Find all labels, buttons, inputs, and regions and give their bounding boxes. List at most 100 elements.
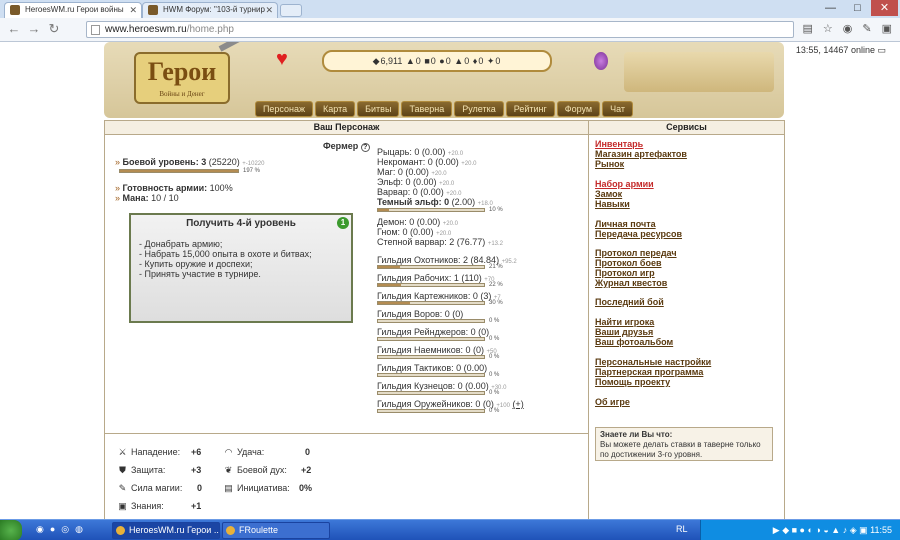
help-question-icon[interactable]: ? bbox=[360, 143, 370, 152]
service-link[interactable]: Рынок bbox=[595, 159, 624, 169]
guild-pct: 0 % bbox=[489, 354, 500, 360]
page-menu-icon[interactable]: ▤ bbox=[802, 23, 812, 35]
opera-icon[interactable]: ● bbox=[50, 524, 55, 534]
page-icon bbox=[91, 25, 100, 35]
faction-text: Эльф: 0 (0.00) bbox=[377, 177, 437, 187]
attr-morale: ❦ Боевой дух: bbox=[223, 465, 287, 476]
window-controls: — □ ✕ bbox=[817, 0, 898, 18]
service-link[interactable]: Набор армии bbox=[595, 179, 654, 189]
service-link[interactable]: Об игре bbox=[595, 397, 630, 407]
service-link[interactable]: Личная почта bbox=[595, 219, 656, 229]
language-indicator[interactable]: RL bbox=[676, 524, 688, 534]
tab-close-icon[interactable]: ✕ bbox=[129, 3, 137, 17]
service-link[interactable]: Навыки bbox=[595, 199, 630, 209]
online-icon: ▭ bbox=[877, 45, 886, 55]
service-link[interactable]: Ваш фотоальбом bbox=[595, 337, 673, 347]
service-link[interactable]: Инвентарь bbox=[595, 139, 643, 149]
back-arrow-icon[interactable]: ← bbox=[6, 21, 22, 37]
quest-item: - Набрать 15,000 опыта в охоте и битвах; bbox=[139, 249, 312, 259]
guild-progress-fill bbox=[378, 266, 401, 268]
guild-tacticians: Гильдия Тактиков: 0 (0.00) bbox=[377, 363, 487, 373]
quest-item: - Купить оружие и доспехи; bbox=[139, 259, 253, 269]
faction-text: Демон: 0 (0.00) bbox=[377, 217, 441, 227]
menu-rating[interactable]: Рейтинг bbox=[505, 101, 555, 117]
main-menu: Персонаж Карта Битвы Таверна Рулетка Рейтинг Ф… bbox=[104, 101, 784, 117]
mana: » Мана: 10 / 10 bbox=[115, 193, 179, 203]
quicklaunch: ◉ ● ◎ ◍ bbox=[36, 524, 89, 535]
clock[interactable]: 11:55 bbox=[870, 525, 892, 535]
close-window-button[interactable]: ✕ bbox=[871, 0, 898, 16]
tray-icons[interactable]: ▶ ◆ ■ ● ◐ ◑ ◒ ▲ ♪ ◈ ▣ bbox=[773, 525, 870, 535]
chrome-task-icon bbox=[116, 526, 125, 535]
browser-tab-heroes[interactable]: HeroesWM.ru Герои войны ✕ bbox=[4, 2, 142, 18]
tab-title: HeroesWM.ru Герои войны bbox=[25, 5, 124, 14]
tip-title: Знаете ли Вы что: bbox=[600, 430, 673, 439]
army-readiness: » Готовность армии: 100% bbox=[115, 183, 233, 193]
guild-pct: 30 % bbox=[489, 300, 503, 306]
menu-battles[interactable]: Битвы bbox=[357, 101, 400, 117]
faction-text: Варвар: 0 (0.00) bbox=[377, 187, 444, 197]
services-panel: Сервисы Инвентарь Магазин артефактов Рынок… bbox=[589, 121, 784, 519]
combat-pct: 197 % bbox=[243, 168, 261, 174]
wrench-icon[interactable]: ✎ bbox=[862, 23, 871, 35]
guild-armorers: Гильдия Оружейников: 0 (0) +100 (+) bbox=[377, 399, 524, 409]
menu-map[interactable]: Карта bbox=[315, 101, 356, 117]
tab-close-icon[interactable]: ✕ bbox=[265, 3, 273, 17]
settings-icon[interactable]: ▣ bbox=[882, 23, 892, 35]
taskbar-item-browser[interactable]: HeroesWM.ru Герои ... bbox=[112, 522, 220, 539]
browser-toolbar-icons: ▤ ☆ ◉ ✎ ▣ bbox=[792, 22, 892, 35]
ie-icon[interactable]: ◉ bbox=[36, 524, 44, 534]
service-link[interactable]: Протокол передач bbox=[595, 248, 677, 258]
gems-icon: ✦ bbox=[486, 56, 495, 66]
service-link[interactable]: Журнал квестов bbox=[595, 278, 667, 288]
service-link[interactable]: Замок bbox=[595, 189, 622, 199]
menu-forum[interactable]: Форум bbox=[556, 101, 601, 117]
guild-sub: +95.2 bbox=[501, 259, 517, 265]
guild-progress-bar bbox=[377, 265, 485, 269]
new-tab-button[interactable] bbox=[280, 4, 302, 17]
url-input[interactable]: www.heroeswm.ru/home.php bbox=[86, 21, 794, 38]
menu-character[interactable]: Персонаж bbox=[254, 101, 314, 117]
attr-initiative-value: 0% bbox=[299, 483, 313, 493]
menu-tavern[interactable]: Таверна bbox=[401, 101, 453, 117]
service-link[interactable]: Протокол боев bbox=[595, 258, 662, 268]
extension-icon[interactable]: ◉ bbox=[843, 23, 853, 35]
attr-initiative: ▤ Инициатива: bbox=[223, 483, 290, 494]
service-link[interactable]: Магазин артефактов bbox=[595, 149, 687, 159]
ore-icon: ■ bbox=[424, 56, 430, 66]
forward-arrow-icon[interactable]: → bbox=[26, 21, 42, 37]
menu-roulette[interactable]: Рулетка bbox=[454, 101, 504, 117]
menu-chat[interactable]: Чат bbox=[602, 101, 634, 117]
star-bookmark-icon[interactable]: ☆ bbox=[823, 23, 833, 35]
guild-upgrade-link[interactable]: (+) bbox=[512, 399, 523, 409]
chrome-icon[interactable]: ◍ bbox=[75, 524, 83, 534]
guild-progress-bar bbox=[377, 301, 485, 305]
logo[interactable]: Герои Войны и Денег bbox=[134, 52, 230, 104]
knowledge-icon: ▣ bbox=[118, 501, 127, 511]
address-toolbar: ← → ↻ www.heroeswm.ru/home.php ▤ ☆ ◉ ✎ ▣ bbox=[0, 18, 900, 42]
maximize-button[interactable]: □ bbox=[844, 0, 871, 16]
gold-value: 6,911 bbox=[380, 56, 403, 66]
service-link[interactable]: Последний бой bbox=[595, 297, 664, 307]
browser-tab-forum[interactable]: HWM Форум: "103-й турнир ✕ bbox=[142, 2, 278, 18]
service-link[interactable]: Протокол игр bbox=[595, 268, 655, 278]
service-link[interactable]: Передача ресурсов bbox=[595, 229, 682, 239]
service-link[interactable]: Ваши друзья bbox=[595, 327, 653, 337]
service-link[interactable]: Партнерская программа bbox=[595, 367, 703, 377]
service-link[interactable]: Найти игрока bbox=[595, 317, 654, 327]
tab-title: HWM Форум: "103-й турнир bbox=[163, 5, 265, 14]
start-button[interactable] bbox=[0, 520, 22, 540]
url-path: /home.php bbox=[186, 24, 234, 35]
defense-icon: ⛊ bbox=[119, 465, 126, 475]
service-link[interactable]: Помощь проекту bbox=[595, 377, 670, 387]
guild-text: Гильдия Тактиков: 0 (0.00) bbox=[377, 363, 488, 373]
mana-value: 10 / 10 bbox=[151, 193, 179, 203]
taskbar-item-froulette[interactable]: FRoulette bbox=[222, 522, 330, 539]
skype-icon[interactable]: ◎ bbox=[61, 524, 69, 534]
service-link[interactable]: Персональные настройки bbox=[595, 357, 711, 367]
wood-value: 0 bbox=[415, 56, 421, 66]
faction-dwarf: Гном: 0 (0.00) +20.0 bbox=[377, 227, 451, 237]
attr-label: Инициатива: bbox=[237, 483, 290, 493]
minimize-button[interactable]: — bbox=[817, 0, 844, 16]
reload-icon[interactable]: ↻ bbox=[46, 21, 62, 37]
